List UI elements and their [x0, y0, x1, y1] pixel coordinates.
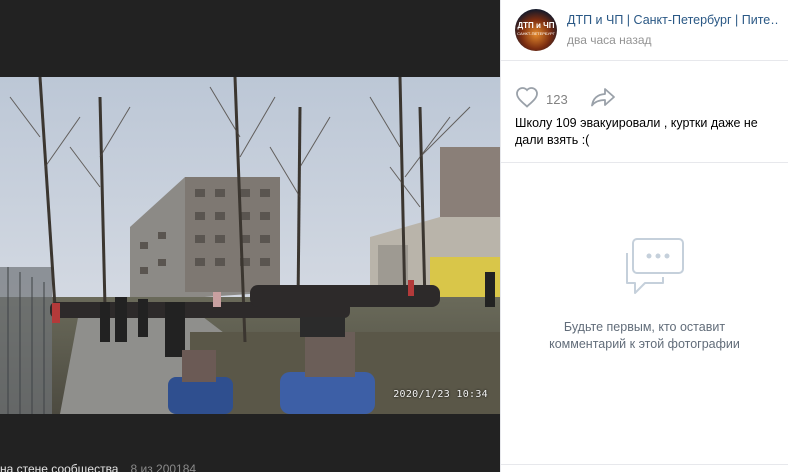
- photo-pane: 2020/1/23 10:34 на стене сообщества 8 из…: [0, 0, 500, 472]
- like-button[interactable]: 123: [515, 86, 568, 113]
- photo-image: [0, 77, 500, 414]
- photo-timestamp: 2020/1/23 10:34: [393, 389, 488, 400]
- post-author: ДТП и ЧП САНКТ-ПЕТЕРБУРГ ДТП и ЧП | Санк…: [501, 0, 788, 60]
- avatar-logo-subtext: САНКТ-ПЕТЕРБУРГ: [517, 31, 555, 36]
- photo-viewer: 2020/1/23 10:34 на стене сообщества 8 из…: [0, 0, 788, 472]
- like-count: 123: [546, 91, 568, 107]
- empty-comments-text: Будьте первым, кто оставит комментарий к…: [549, 320, 740, 351]
- comment-input-edge: [501, 464, 788, 470]
- community-wall-link[interactable]: на стене сообщества: [0, 462, 118, 472]
- photo-sidebar: ДТП и ЧП САНКТ-ПЕТЕРБУРГ ДТП и ЧП | Санк…: [500, 0, 788, 472]
- photo-footer: на стене сообщества 8 из 200184: [0, 462, 196, 472]
- share-arrow-icon: [590, 86, 616, 113]
- author-name-link[interactable]: ДТП и ЧП | Санкт-Петербург | Питер онлай…: [567, 13, 778, 27]
- divider: [501, 60, 788, 61]
- photo-counter: 8 из 200184: [130, 462, 197, 472]
- share-button[interactable]: [590, 86, 616, 113]
- photo-caption: Школу 109 эвакуировали , куртки даже не …: [515, 116, 758, 147]
- avatar[interactable]: ДТП и ЧП САНКТ-ПЕТЕРБУРГ: [515, 9, 557, 51]
- chat-bubble-icon: [623, 237, 687, 302]
- post-time[interactable]: два часа назад: [567, 33, 778, 47]
- comments-section: Будьте первым, кто оставит комментарий к…: [501, 162, 788, 472]
- author-info: ДТП и ЧП | Санкт-Петербург | Питер онлай…: [567, 13, 778, 47]
- heart-icon: [515, 86, 539, 113]
- avatar-logo-text: ДТП и ЧП: [517, 21, 555, 30]
- photo[interactable]: 2020/1/23 10:34: [0, 77, 500, 414]
